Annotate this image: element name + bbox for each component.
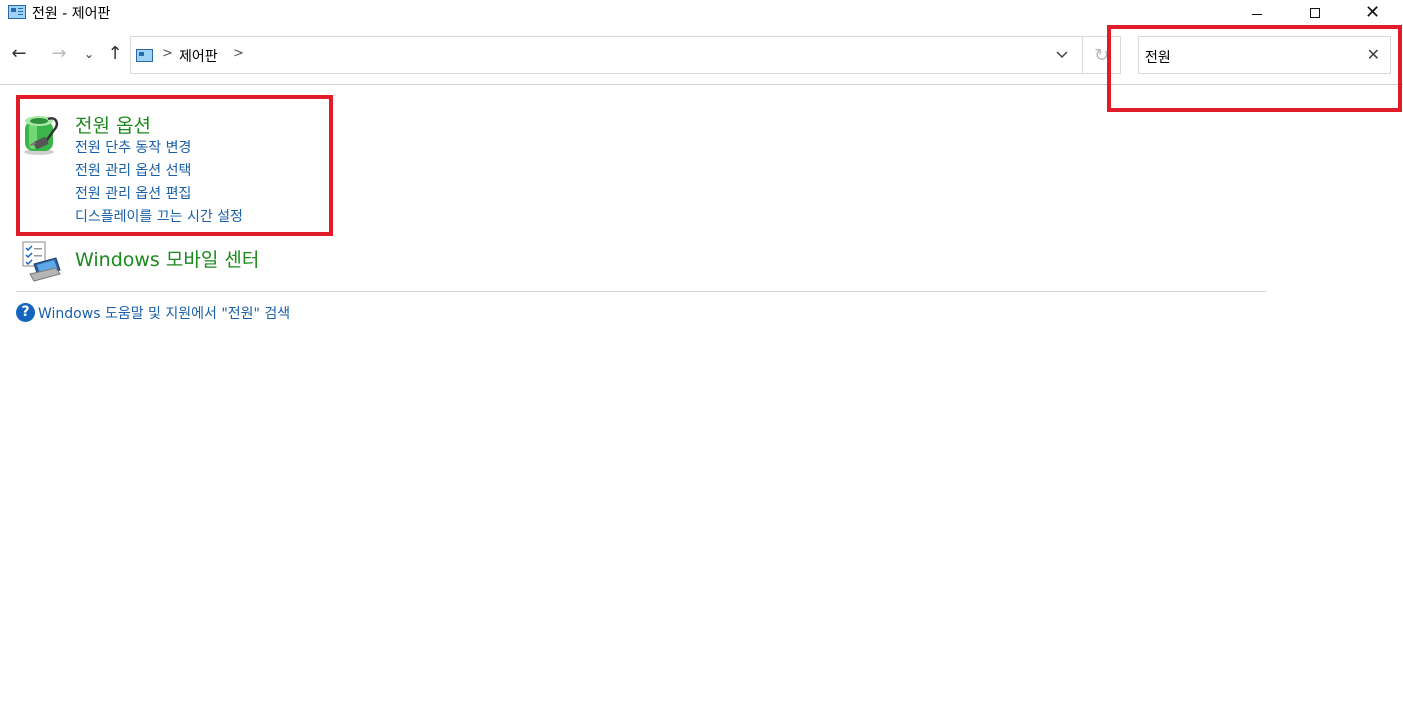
- close-button[interactable]: ✕: [1344, 0, 1401, 26]
- recent-locations-button[interactable]: ⌄: [78, 43, 100, 65]
- display-off-time-link[interactable]: 디스플레이를 끄는 시간 설정: [75, 206, 243, 226]
- results-divider: [16, 291, 1266, 292]
- chevron-down-icon: [1056, 51, 1068, 59]
- search-highlight-box: [1107, 25, 1402, 112]
- change-power-button-link[interactable]: 전원 단추 동작 변경: [75, 137, 191, 157]
- power-options-title[interactable]: 전원 옵션: [75, 111, 151, 138]
- address-bar[interactable]: > 제어판 >: [130, 36, 1083, 74]
- mobility-center-title[interactable]: Windows 모바일 센터: [75, 245, 259, 272]
- control-panel-icon: [136, 49, 153, 62]
- control-panel-icon: [8, 5, 26, 19]
- power-options-icon[interactable]: [20, 112, 62, 156]
- chevron-right-icon[interactable]: >: [162, 46, 173, 61]
- forward-button[interactable]: →: [48, 43, 70, 65]
- chevron-right-icon[interactable]: >: [233, 46, 244, 61]
- minimize-icon: [1251, 13, 1262, 15]
- close-icon: ✕: [1364, 2, 1381, 23]
- up-button[interactable]: ↑: [104, 43, 126, 65]
- breadcrumb-control-panel[interactable]: 제어판: [179, 46, 218, 66]
- mobility-center-icon[interactable]: [20, 240, 62, 282]
- title-bar: 전원 - 제어판 ✕: [0, 0, 1403, 26]
- window-title: 전원 - 제어판: [32, 6, 111, 22]
- maximize-icon: [1309, 8, 1320, 18]
- choose-power-plan-link[interactable]: 전원 관리 옵션 선택: [75, 160, 191, 180]
- edit-power-plan-link[interactable]: 전원 관리 옵션 편집: [75, 183, 191, 203]
- windows-help-search-link[interactable]: Windows 도움말 및 지원에서 "전원" 검색: [38, 303, 290, 323]
- help-icon[interactable]: ?: [16, 303, 35, 322]
- minimize-button[interactable]: [1228, 0, 1285, 26]
- maximize-button[interactable]: [1286, 0, 1343, 26]
- address-dropdown-button[interactable]: [1042, 37, 1082, 73]
- back-button[interactable]: ←: [8, 43, 30, 65]
